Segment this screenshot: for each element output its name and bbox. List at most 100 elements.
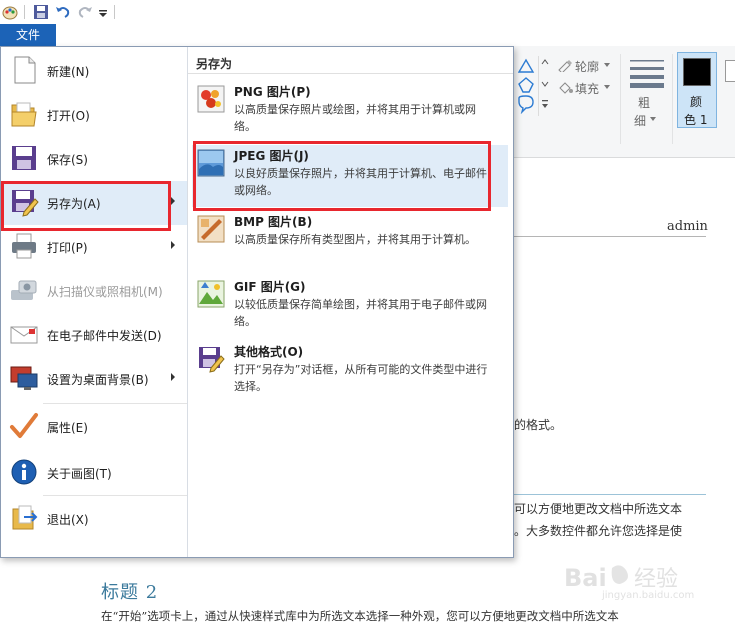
option-title: 其他格式(O) (234, 345, 304, 359)
exit-icon (9, 503, 39, 533)
other-formats-icon (197, 345, 225, 373)
color1-label-line1: 颜 (690, 95, 703, 109)
svg-text:经验: 经验 (634, 567, 678, 592)
option-description: 以良好质量保存照片，并将其用于计算机、电子邮件或网络。 (234, 167, 487, 197)
document-heading-2: 标题 2 (101, 582, 159, 603)
fill-label[interactable]: 填充 (575, 80, 599, 97)
save-as-other-formats[interactable]: 其他格式(O) 打开“另存为”对话框，从所有可能的文件类型中进行选择。 (192, 341, 508, 403)
menu-item-label: 打印(P) (47, 241, 88, 255)
document-rule (514, 494, 706, 495)
shapes-gallery[interactable] (516, 58, 536, 115)
ribbon: 轮廓 填充 粗 细 颜 色 1 (514, 46, 735, 158)
menu-item-label: 关于画图(T) (47, 467, 112, 481)
menu-item-print[interactable]: 打印(P) (1, 225, 187, 269)
gallery-scroll[interactable] (538, 56, 550, 116)
ribbon-tab-strip (0, 24, 735, 46)
size-icon[interactable] (630, 58, 664, 91)
menu-item-save-as[interactable]: 另存为(A) (1, 181, 187, 225)
qat-separator (114, 5, 115, 19)
submenu-header-divider (188, 73, 513, 74)
customize-qat-icon[interactable] (98, 4, 108, 20)
ribbon-group-separator (620, 54, 621, 144)
document-line: 。大多数控件都允许您选择是使 (514, 524, 683, 538)
menu-item-new[interactable]: 新建(N) (1, 49, 187, 93)
menu-item-set-desktop-background[interactable]: 设置为桌面背景(B) (1, 357, 187, 401)
bmp-image-icon (197, 215, 225, 243)
desktop-background-icon (9, 363, 39, 393)
gif-image-icon (197, 280, 225, 308)
option-description: 打开“另存为”对话框，从所有可能的文件类型中进行选择。 (234, 363, 488, 393)
menu-item-label: 保存(S) (47, 153, 88, 167)
tab-file[interactable]: 文件 (0, 24, 56, 46)
save-disk-icon (9, 143, 39, 173)
option-description: 以高质量保存照片或绘图，并将其用于计算机或网络。 (234, 103, 476, 133)
submenu-arrow-icon (171, 197, 175, 205)
menu-item-label: 从扫描仪或照相机(M) (47, 285, 163, 299)
option-title: PNG 图片(P) (234, 85, 311, 99)
menu-item-label: 设置为桌面背景(B) (47, 373, 149, 387)
menu-item-label: 新建(N) (47, 65, 90, 79)
ribbon-group-separator (672, 54, 673, 144)
menu-item-label: 退出(X) (47, 513, 89, 527)
save-as-submenu: 另存为 PNG 图片(P) 以高质量保存照片或绘图，并将其用于计算机或网络。 J… (187, 47, 513, 557)
email-icon (9, 319, 39, 349)
file-menu: 新建(N) 打开(O) 保存(S) 另存为(A) 打印(P) 从扫描仪或照相机(… (0, 46, 514, 558)
paint-app-icon[interactable] (2, 4, 18, 20)
menu-item-properties[interactable]: 属性(E) (1, 405, 187, 449)
save-as-jpeg[interactable]: JPEG 图片(J) 以良好质量保存照片，并将其用于计算机、电子邮件或网络。 (192, 145, 508, 207)
color1-swatch (683, 58, 711, 86)
option-title: GIF 图片(G) (234, 280, 306, 294)
submenu-arrow-icon (171, 241, 175, 249)
save-as-gif[interactable]: GIF 图片(G) 以较低质量保存简单绘图，并将其用于电子邮件或网络。 (192, 276, 508, 338)
menu-item-from-scanner: 从扫描仪或照相机(M) (1, 269, 187, 313)
svg-text:Bai: Bai (564, 564, 607, 592)
fill-dropdown-icon[interactable] (604, 85, 610, 89)
scanner-camera-icon (9, 275, 39, 305)
color2-swatch (725, 60, 735, 82)
png-image-icon (197, 85, 225, 113)
svg-text:jingyan.baidu.com: jingyan.baidu.com (601, 590, 694, 600)
save-as-icon (9, 187, 39, 217)
document-line: 可以方便地更改文档中所选文本 (514, 502, 683, 516)
submenu-arrow-icon (171, 373, 175, 381)
save-icon[interactable] (33, 4, 49, 20)
menu-separator (43, 495, 187, 496)
size-label-line1[interactable]: 粗 (638, 94, 650, 111)
printer-icon (9, 231, 39, 261)
jpeg-image-icon (197, 149, 225, 177)
menu-item-label: 属性(E) (47, 421, 88, 435)
outline-icon[interactable] (557, 58, 573, 75)
outline-label[interactable]: 轮廓 (575, 58, 599, 75)
submenu-header: 另存为 (196, 57, 233, 71)
new-file-icon (9, 55, 39, 85)
menu-item-label: 打开(O) (47, 109, 90, 123)
menu-item-about-paint[interactable]: 关于画图(T) (1, 451, 187, 495)
menu-item-save[interactable]: 保存(S) (1, 137, 187, 181)
menu-separator (43, 403, 187, 404)
undo-icon[interactable] (55, 4, 71, 20)
color1-button[interactable]: 颜 色 1 (677, 52, 717, 128)
save-as-png[interactable]: PNG 图片(P) 以高质量保存照片或绘图，并将其用于计算机或网络。 (192, 81, 508, 143)
menu-item-label: 在电子邮件中发送(D) (47, 329, 162, 343)
menu-item-open[interactable]: 打开(O) (1, 93, 187, 137)
menu-item-label: 另存为(A) (47, 197, 101, 211)
color2-button[interactable] (723, 52, 735, 128)
fill-icon[interactable] (557, 80, 573, 97)
option-title: BMP 图片(B) (234, 215, 313, 229)
document-author: admin (667, 219, 708, 234)
watermark: Bai 经验 jingyan.baidu.com (562, 558, 732, 601)
file-menu-commands: 新建(N) 打开(O) 保存(S) 另存为(A) 打印(P) 从扫描仪或照相机(… (1, 47, 187, 557)
option-description: 以高质量保存所有类型图片，并将其用于计算机。 (234, 233, 476, 246)
checkmark-icon (9, 411, 39, 441)
size-label-line2[interactable]: 细 (634, 112, 646, 129)
redo-icon[interactable] (77, 4, 93, 20)
open-folder-icon (9, 99, 39, 129)
size-dropdown-icon[interactable] (650, 117, 656, 121)
menu-item-exit[interactable]: 退出(X) (1, 497, 187, 541)
menu-item-send-email[interactable]: 在电子邮件中发送(D) (1, 313, 187, 357)
outline-dropdown-icon[interactable] (604, 63, 610, 67)
save-as-bmp[interactable]: BMP 图片(B) 以高质量保存所有类型图片，并将其用于计算机。 (192, 211, 508, 273)
document-line: 的格式。 (514, 418, 563, 432)
option-description: 以较低质量保存简单绘图，并将其用于电子邮件或网络。 (234, 298, 487, 328)
qat-separator (24, 5, 25, 19)
